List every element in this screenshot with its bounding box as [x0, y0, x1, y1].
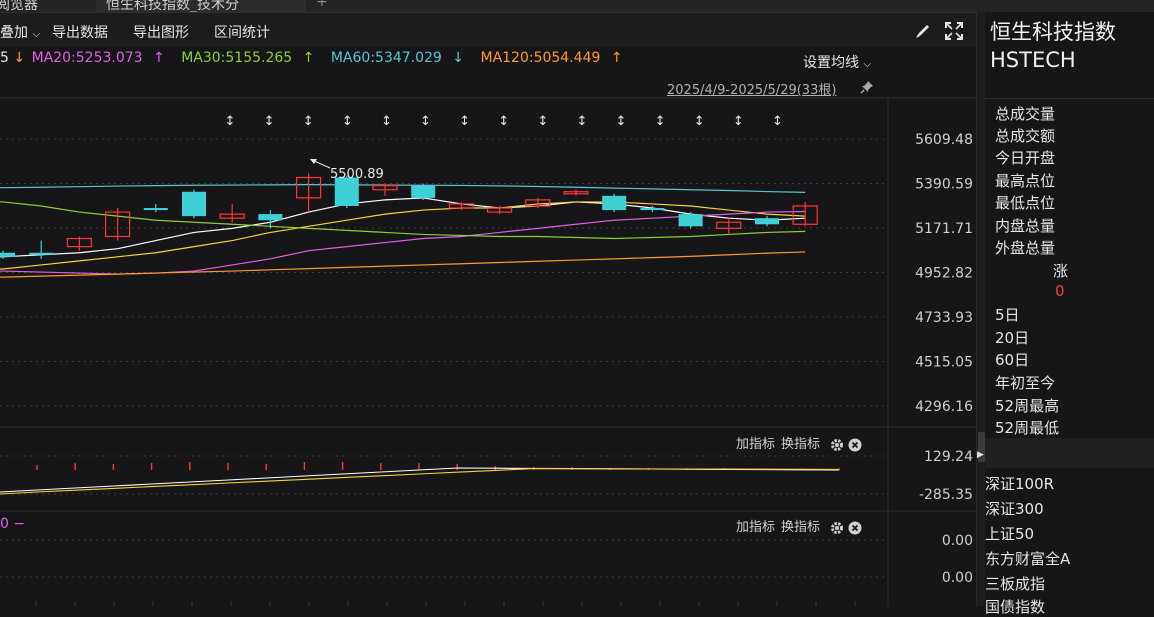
price-tick-label: 4296.16	[915, 399, 973, 415]
change-label: 涨	[1053, 262, 1069, 280]
expand-arrow-icon[interactable]: ▶	[977, 450, 984, 460]
event-marker-icon: ↕	[225, 114, 236, 129]
sub2-lead-value: 0 −	[0, 516, 26, 532]
gear-icon[interactable]	[830, 521, 844, 535]
ma-line-ma120	[0, 251, 806, 278]
candle-body	[411, 185, 436, 198]
period-ytd: 年初至今	[995, 374, 1056, 392]
gear-icon[interactable]	[830, 438, 844, 452]
sub2-toolbar: 加指标 换指标	[736, 516, 862, 535]
candle-body	[755, 218, 779, 225]
event-marker-icon: ↕	[576, 114, 587, 129]
sub1-tick-label: 129.24	[924, 449, 973, 465]
period-52w-low: 52周最低	[995, 419, 1060, 437]
event-marker-icon: ↕	[342, 114, 353, 129]
index-item-neeq[interactable]: 三板成指	[985, 573, 1045, 594]
price-tick-label: 5171.71	[915, 221, 973, 237]
candle-body	[678, 214, 703, 227]
ma-lines	[0, 184, 806, 278]
candle-body	[640, 208, 665, 211]
quote-panel: 恒生科技指数 HSTECH 总成交量 总成交额 今日开盘 最高点位 最低点位 内盘…	[985, 12, 1154, 616]
sub2-tick-label: 0.00	[942, 533, 973, 549]
stat-inner-volume: 内盘总量	[995, 217, 1056, 235]
index-title: 恒生科技指数 HSTECH	[990, 20, 1116, 72]
candle-body	[182, 191, 206, 217]
sub2-add-indicator-button[interactable]: 加指标	[736, 520, 775, 535]
change-value: 0	[1055, 282, 1065, 300]
ma-line-ma60	[0, 184, 806, 193]
event-marker-icon: ↕	[537, 114, 548, 129]
price-tick-label: 4733.93	[915, 310, 973, 326]
event-marker-icon: ↕	[381, 114, 392, 129]
ma-line-ma5	[0, 197, 806, 258]
stat-total-amount: 总成交额	[995, 127, 1056, 145]
sub1-tick-label: -285.35	[919, 487, 973, 503]
stat-high: 最高点位	[995, 172, 1056, 190]
candle-body	[143, 208, 168, 211]
candle-body	[258, 214, 283, 221]
stat-total-volume: 总成交量	[995, 105, 1056, 123]
price-tick-label: 5609.48	[915, 132, 973, 148]
stat-low: 最低点位	[995, 194, 1056, 212]
period-52w-high: 52周最高	[995, 397, 1060, 415]
period-20d: 20日	[995, 329, 1030, 347]
index-item-sse50[interactable]: 上证50	[985, 523, 1034, 544]
event-marker-icon: ↕	[420, 114, 431, 129]
index-item-szse300[interactable]: 深证300	[985, 498, 1044, 519]
panel-blank-row	[985, 438, 1154, 468]
sub-indicator-1: 129.24 -285.35	[0, 449, 973, 503]
event-marker-icon: ↕	[264, 114, 275, 129]
divider	[985, 98, 1154, 99]
close-icon[interactable]	[848, 521, 862, 535]
annotation-label: 5500.89	[330, 167, 384, 182]
index-item-treasury[interactable]: 国债指数	[985, 596, 1045, 617]
event-marker-icon: ↕	[498, 114, 509, 129]
price-tick-label: 5390.59	[915, 177, 973, 193]
sub1-add-indicator-button[interactable]: 加指标	[736, 437, 775, 452]
period-60d: 60日	[995, 351, 1030, 369]
macd-dif-line	[0, 467, 840, 493]
price-axis: 5609.48 5390.59 5171.71 4952.82 4733.93 4515.…	[915, 132, 973, 415]
sub2-switch-indicator-button[interactable]: 换指标	[781, 520, 820, 535]
index-item-szse100r[interactable]: 深证100R	[985, 473, 1054, 494]
event-marker-icon: ↕	[655, 114, 666, 129]
price-tick-label: 4952.82	[915, 266, 973, 282]
candle-body	[0, 252, 15, 257]
event-marker-icon: ↕	[459, 114, 470, 129]
sub1-switch-indicator-button[interactable]: 换指标	[781, 437, 820, 452]
event-marker-icon: ↕	[733, 114, 744, 129]
event-markers: ↕ ↕ ↕ ↕ ↕ ↕ ↕ ↕ ↕ ↕ ↕ ↕ ↕ ↕ ↕	[225, 114, 783, 129]
close-icon[interactable]	[848, 438, 862, 452]
event-marker-icon: ↕	[303, 114, 314, 129]
candle-body	[29, 252, 54, 255]
event-marker-icon: ↕	[694, 114, 705, 129]
price-tick-label: 4515.05	[915, 354, 973, 370]
index-item-eastmoney-all-a[interactable]: 东方财富全A	[985, 548, 1070, 569]
event-marker-icon: ↕	[616, 114, 627, 129]
stat-open: 今日开盘	[995, 149, 1056, 167]
period-5d: 5日	[995, 306, 1020, 324]
event-marker-icon: ↕	[772, 114, 783, 129]
stat-outer-volume: 外盘总量	[995, 239, 1056, 257]
macd-dea-line	[0, 468, 840, 495]
sub1-toolbar: 加指标 换指标	[736, 433, 862, 452]
sub-indicator-2: 0.00 0.00	[942, 533, 973, 586]
sub2-tick-label: 0.00	[942, 570, 973, 586]
candle-body	[602, 195, 627, 211]
